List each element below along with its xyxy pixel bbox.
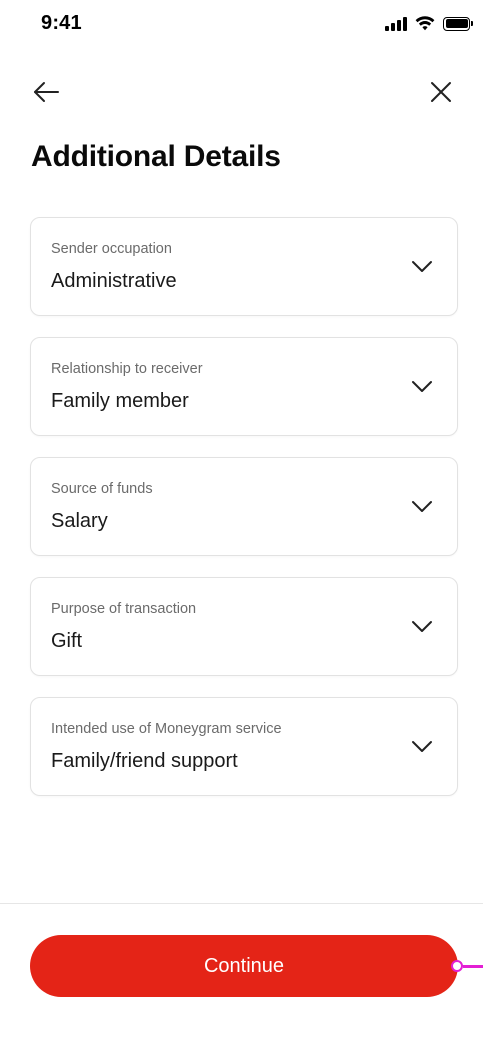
- status-time: 9:41: [41, 12, 82, 34]
- back-button[interactable]: [30, 76, 62, 108]
- chevron-down-icon: [412, 621, 432, 632]
- chevron-down-icon: [412, 381, 432, 392]
- chevron-down-icon: [412, 261, 432, 272]
- relationship-to-receiver-select[interactable]: Relationship to receiver Family member: [30, 337, 458, 436]
- arrow-left-icon: [34, 82, 59, 102]
- field-label: Source of funds: [51, 481, 153, 497]
- close-icon: [431, 82, 451, 102]
- battery-icon: [443, 16, 473, 31]
- field-label: Relationship to receiver: [51, 361, 203, 377]
- field-value: Family/friend support: [51, 750, 238, 772]
- close-button[interactable]: [425, 76, 457, 108]
- field-label: Purpose of transaction: [51, 601, 197, 617]
- status-bar: 9:41: [0, 0, 483, 50]
- field-value: Family member: [51, 390, 189, 412]
- field-label: Intended use of Moneygram service: [51, 721, 282, 737]
- chevron-down-icon: [412, 501, 432, 512]
- screen: 9:41 Additional Details Sender occupatio…: [0, 0, 483, 1057]
- footer-divider: [0, 903, 483, 904]
- continue-button[interactable]: Continue: [30, 935, 458, 997]
- selection-connector: [463, 965, 483, 968]
- purpose-of-transaction-select[interactable]: Purpose of transaction Gift: [30, 577, 458, 676]
- field-value: Salary: [51, 510, 108, 532]
- wifi-icon: [415, 16, 435, 31]
- page-title: Additional Details: [31, 140, 281, 173]
- source-of-funds-select[interactable]: Source of funds Salary: [30, 457, 458, 556]
- field-value: Administrative: [51, 270, 177, 292]
- status-icons: [385, 16, 473, 31]
- intended-use-select[interactable]: Intended use of Moneygram service Family…: [30, 697, 458, 796]
- field-label: Sender occupation: [51, 241, 172, 257]
- selection-handle[interactable]: [451, 960, 463, 972]
- field-value: Gift: [51, 630, 83, 652]
- sender-occupation-select[interactable]: Sender occupation Administrative: [30, 217, 458, 316]
- cellular-signal-icon: [385, 16, 407, 31]
- chevron-down-icon: [412, 741, 432, 752]
- details-form: Sender occupation Administrative Relatio…: [30, 217, 458, 817]
